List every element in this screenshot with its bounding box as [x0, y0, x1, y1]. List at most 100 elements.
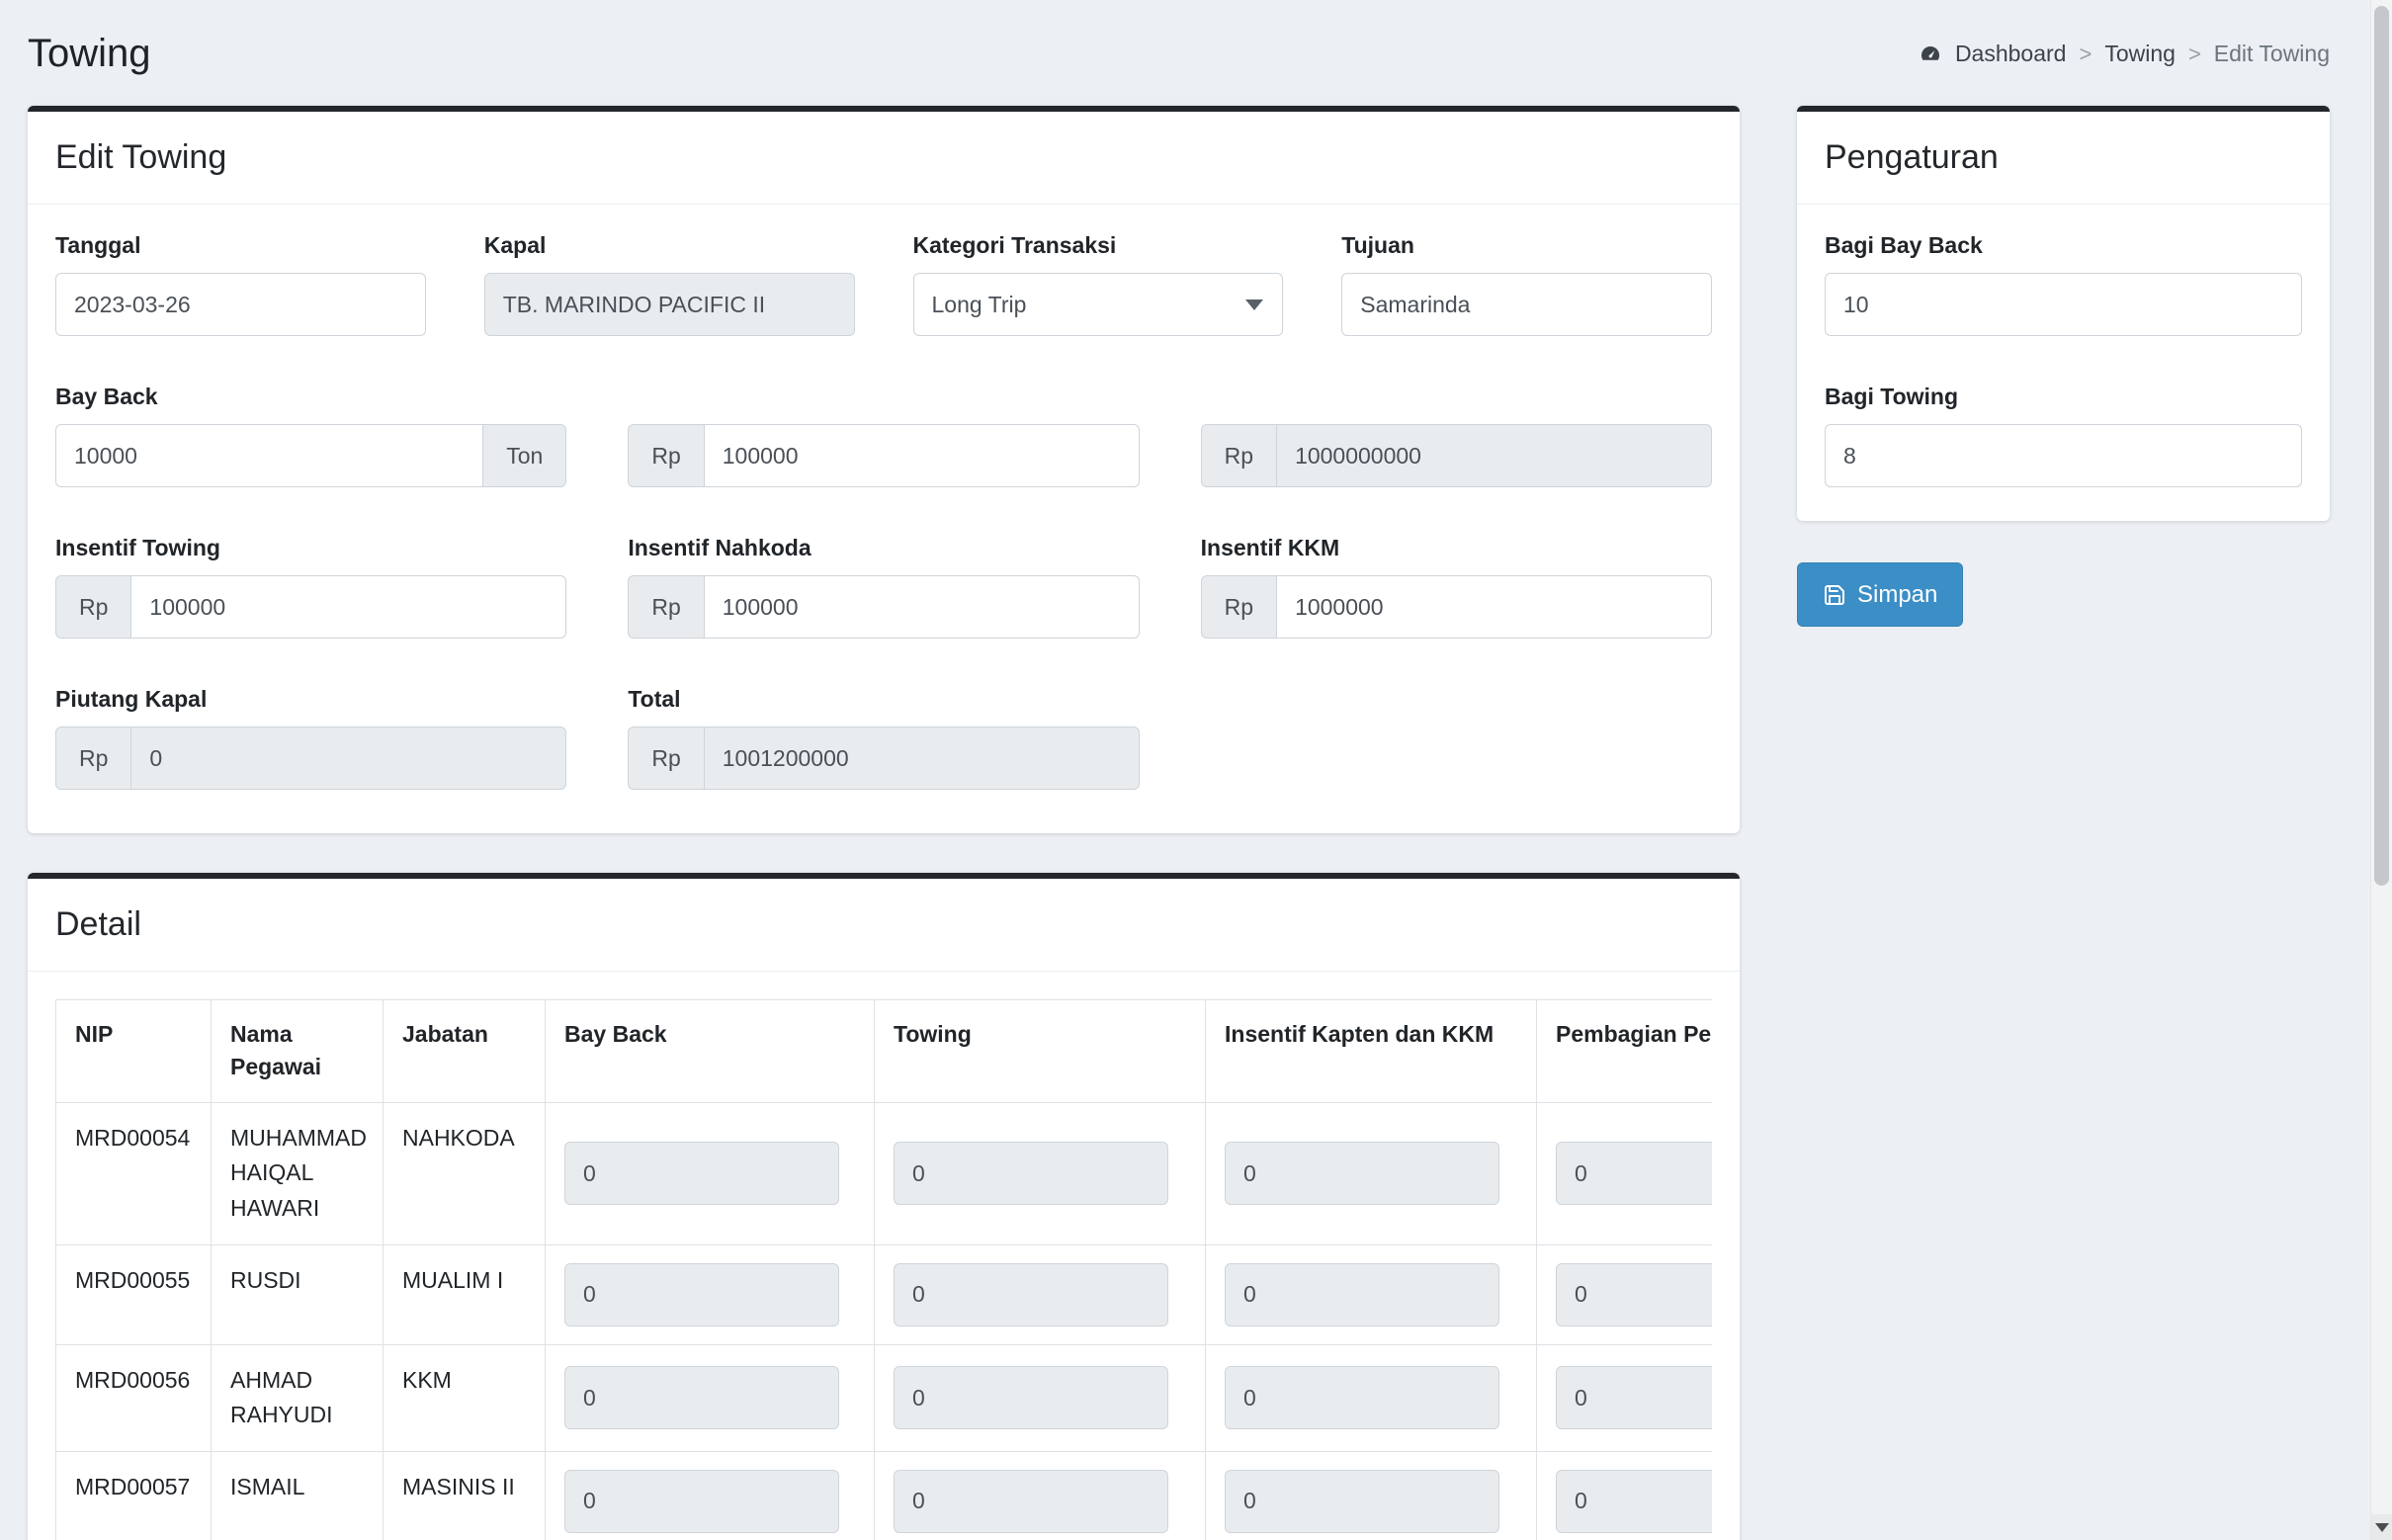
currency-addon: Rp	[628, 575, 703, 639]
bayback-cell-input	[564, 1142, 839, 1205]
tujuan-label: Tujuan	[1341, 232, 1712, 259]
field-bayback-harga: Rp	[628, 384, 1139, 487]
insentif-kkm-label: Insentif KKM	[1201, 535, 1712, 561]
bayback-unit-addon: Ton	[483, 424, 566, 487]
field-kategori-transaksi: Kategori Transaksi Long Trip	[913, 232, 1284, 336]
detail-table: NIP Nama Pegawai Jabatan Bay Back Towing…	[55, 999, 1712, 1540]
bayback-cell-input	[564, 1470, 839, 1533]
total-label: Total	[628, 686, 1139, 713]
field-insentif-towing: Insentif Towing Rp	[55, 535, 566, 639]
kapal-label: Kapal	[484, 232, 855, 259]
field-insentif-nahkoda: Insentif Nahkoda Rp	[628, 535, 1139, 639]
breadcrumb-current: Edit Towing	[2214, 41, 2330, 67]
page-title: Towing	[28, 32, 151, 76]
insentif-cell-input	[1225, 1142, 1499, 1205]
header-nama-pegawai: Nama Pegawai	[212, 1000, 384, 1103]
chevron-down-icon	[1245, 299, 1263, 310]
field-bagi-bay-back: Bagi Bay Back	[1825, 232, 2302, 336]
vertical-scrollbar[interactable]	[2370, 0, 2392, 1540]
jabatan-cell: NAHKODA	[384, 1102, 546, 1244]
tanggal-input[interactable]	[55, 273, 426, 336]
bagi-towing-input[interactable]	[1825, 424, 2302, 487]
nama-cell: AHMAD RAHYUDI	[212, 1344, 384, 1451]
header-pembagian: Pembagian Pe	[1537, 1000, 1713, 1103]
content-area: Towing Dashboard > Towing > Edit Towing …	[0, 0, 2392, 1540]
insentif-cell-input	[1225, 1470, 1499, 1533]
jabatan-cell: MASINIS II	[384, 1451, 546, 1540]
detail-table-wrapper: NIP Nama Pegawai Jabatan Bay Back Towing…	[55, 999, 1712, 1540]
simpan-button-label: Simpan	[1857, 581, 1937, 609]
field-kapal: Kapal	[484, 232, 855, 336]
kategori-selected-value: Long Trip	[932, 292, 1027, 318]
insentif-nahkoda-label: Insentif Nahkoda	[628, 535, 1139, 561]
breadcrumb: Dashboard > Towing > Edit Towing	[1919, 41, 2330, 67]
table-row: MRD00054 MUHAMMAD HAIQAL HAWARI NAHKODA	[56, 1102, 1713, 1244]
header-towing: Towing	[875, 1000, 1206, 1103]
kategori-select[interactable]: Long Trip	[913, 273, 1284, 336]
breadcrumb-dashboard[interactable]: Dashboard	[1955, 41, 2067, 67]
field-tujuan: Tujuan	[1341, 232, 1712, 336]
breadcrumb-separator: >	[2079, 42, 2092, 67]
towing-cell-input	[894, 1470, 1168, 1533]
page-header: Towing Dashboard > Towing > Edit Towing	[28, 32, 2330, 76]
bagi-bay-back-input[interactable]	[1825, 273, 2302, 336]
table-row: MRD00056 AHMAD RAHYUDI KKM	[56, 1344, 1713, 1451]
nama-cell: ISMAIL	[212, 1451, 384, 1540]
insentif-nahkoda-input[interactable]	[704, 575, 1140, 639]
currency-addon: Rp	[1201, 575, 1276, 639]
tanggal-label: Tanggal	[55, 232, 426, 259]
scrollbar-thumb[interactable]	[2374, 6, 2389, 886]
bayback-cell-input	[564, 1366, 839, 1429]
currency-addon: Rp	[1201, 424, 1276, 487]
nip-cell: MRD00055	[56, 1244, 212, 1344]
bayback-total-input	[1276, 424, 1712, 487]
total-input	[704, 727, 1140, 790]
bayback-qty-input[interactable]	[55, 424, 483, 487]
jabatan-cell: KKM	[384, 1344, 546, 1451]
arrow-down-icon	[2375, 1523, 2389, 1532]
scrollbar-down-button[interactable]	[2371, 1514, 2392, 1540]
field-total: Total Rp	[628, 686, 1139, 790]
pembagian-cell-input	[1556, 1263, 1712, 1326]
bayback-label: Bay Back	[55, 384, 566, 410]
header-nip: NIP	[56, 1000, 212, 1103]
pembagian-cell-input	[1556, 1366, 1712, 1429]
pembagian-cell-input	[1556, 1470, 1712, 1533]
breadcrumb-separator: >	[2188, 42, 2201, 67]
currency-addon: Rp	[628, 424, 703, 487]
insentif-towing-input[interactable]	[130, 575, 566, 639]
table-row: MRD00055 RUSDI MUALIM I	[56, 1244, 1713, 1344]
edit-towing-card: Edit Towing Tanggal Kapal Kategori Trans…	[28, 106, 1740, 833]
piutang-label: Piutang Kapal	[55, 686, 566, 713]
save-icon	[1823, 583, 1846, 607]
currency-addon: Rp	[55, 575, 130, 639]
breadcrumb-towing[interactable]: Towing	[2104, 41, 2176, 67]
pengaturan-card-title: Pengaturan	[1797, 112, 2330, 205]
bayback-harga-input[interactable]	[704, 424, 1140, 487]
header-insentif-kapten-kkm: Insentif Kapten dan KKM	[1206, 1000, 1537, 1103]
towing-cell-input	[894, 1366, 1168, 1429]
kategori-label: Kategori Transaksi	[913, 232, 1284, 259]
piutang-input	[130, 727, 566, 790]
field-bayback-qty: Bay Back Ton	[55, 384, 566, 487]
field-tanggal: Tanggal	[55, 232, 426, 336]
field-insentif-kkm: Insentif KKM Rp	[1201, 535, 1712, 639]
detail-card-title: Detail	[28, 879, 1740, 972]
field-piutang-kapal: Piutang Kapal Rp	[55, 686, 566, 790]
header-jabatan: Jabatan	[384, 1000, 546, 1103]
insentif-towing-label: Insentif Towing	[55, 535, 566, 561]
nip-cell: MRD00056	[56, 1344, 212, 1451]
nip-cell: MRD00054	[56, 1102, 212, 1244]
tujuan-input[interactable]	[1341, 273, 1712, 336]
insentif-kkm-input[interactable]	[1276, 575, 1712, 639]
bayback-cell-input	[564, 1263, 839, 1326]
bagi-bay-back-label: Bagi Bay Back	[1825, 232, 2302, 259]
pembagian-cell-input	[1556, 1142, 1712, 1205]
towing-cell-input	[894, 1263, 1168, 1326]
nama-cell: MUHAMMAD HAIQAL HAWARI	[212, 1102, 384, 1244]
insentif-cell-input	[1225, 1263, 1499, 1326]
field-bagi-towing: Bagi Towing	[1825, 384, 2302, 487]
simpan-button[interactable]: Simpan	[1797, 562, 1963, 627]
currency-addon: Rp	[55, 727, 130, 790]
table-header-row: NIP Nama Pegawai Jabatan Bay Back Towing…	[56, 1000, 1713, 1103]
